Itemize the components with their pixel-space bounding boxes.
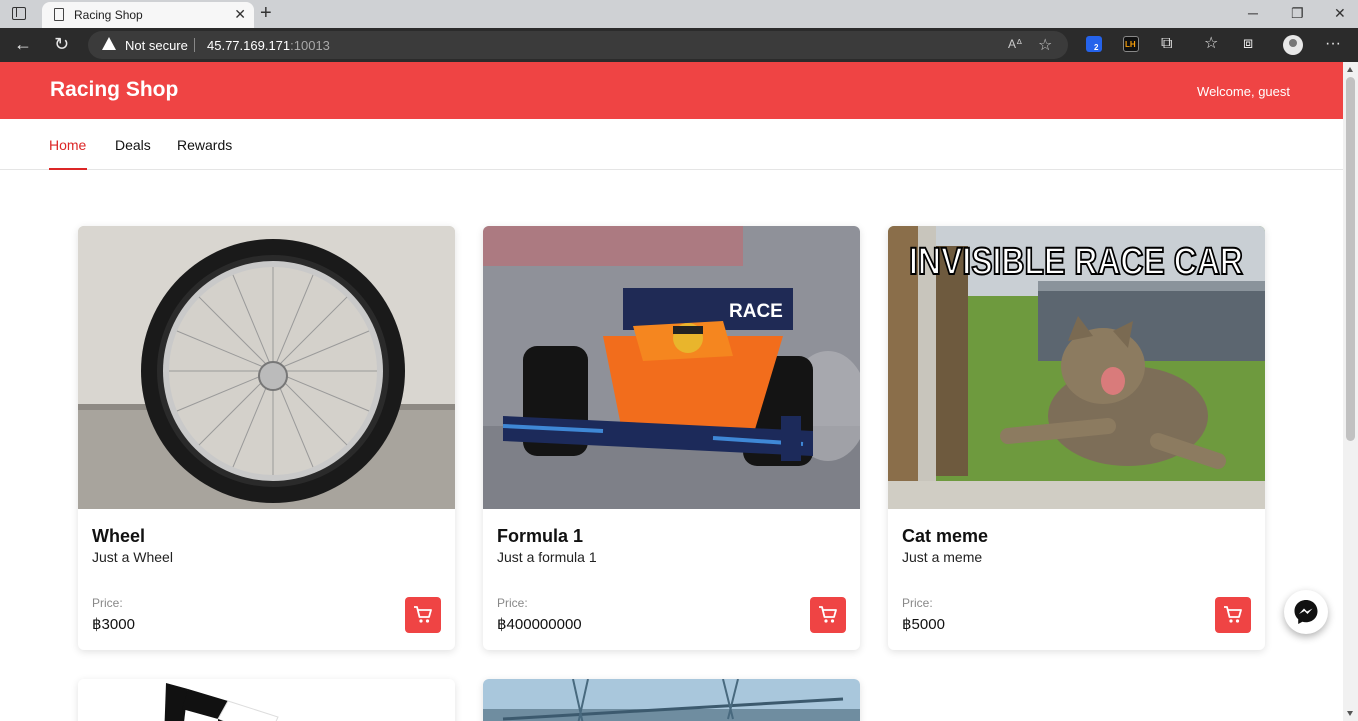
site-brand[interactable]: Racing Shop	[50, 78, 178, 102]
close-window-icon[interactable]: ✕	[1334, 5, 1346, 21]
new-tab-icon[interactable]: +	[260, 2, 272, 24]
product-name[interactable]: Wheel	[92, 526, 145, 547]
product-description: Just a meme	[902, 549, 983, 565]
security-label[interactable]: Not secure	[125, 38, 188, 53]
extension-badge: 2	[1094, 43, 1099, 52]
scrollbar-thumb[interactable]	[1346, 77, 1355, 441]
browser-tab-bar: Racing Shop ✕ + ─ ❐ ✕	[0, 0, 1358, 28]
nav-deals[interactable]: Deals	[115, 137, 151, 153]
collections-icon[interactable]: ⧈	[1243, 35, 1253, 53]
password-manager-icon[interactable]: 2	[1086, 36, 1102, 52]
address-bar: ← ↻ Not secure 45.77.169.171:10013 Aᐞ ☆ …	[0, 28, 1358, 62]
divider	[194, 38, 195, 52]
product-image-formula1[interactable]: RACE	[483, 226, 860, 509]
warning-icon	[102, 37, 116, 50]
tab-actions-icon[interactable]	[12, 7, 26, 20]
url-host: 45.77.169.171	[207, 38, 291, 53]
lighthouse-icon[interactable]: LH	[1123, 36, 1139, 52]
product-image-bridge[interactable]	[483, 679, 860, 721]
active-nav-indicator	[49, 168, 87, 170]
product-card-cat-meme: INVISIBLE RACE CAR Cat meme Just a meme …	[888, 226, 1265, 650]
favorites-icon[interactable]: ☆	[1204, 35, 1218, 53]
tab-close-icon[interactable]: ✕	[234, 6, 246, 22]
product-description: Just a Wheel	[92, 549, 173, 565]
page-icon	[54, 8, 64, 21]
nav-rewards[interactable]: Rewards	[177, 137, 232, 153]
cart-icon	[414, 606, 432, 623]
refresh-icon[interactable]: ↻	[54, 34, 69, 54]
meme-caption: INVISIBLE RACE CAR	[909, 241, 1243, 283]
price-label: Price:	[902, 596, 933, 610]
url-port: :10013	[290, 38, 330, 53]
messenger-chat-button[interactable]	[1284, 590, 1328, 634]
url-field[interactable]: Not secure 45.77.169.171:10013 Aᐞ ☆	[88, 31, 1068, 59]
tab-title: Racing Shop	[74, 8, 143, 22]
product-image-checkered-flag[interactable]	[78, 679, 455, 721]
product-card-formula1: RACE Formula 1 Just a formula 1 Price: ฿…	[483, 226, 860, 650]
product-card-wheel: Wheel Just a Wheel Price: ฿3000	[78, 226, 455, 650]
product-card-checkered-flag	[78, 679, 455, 721]
read-aloud-icon[interactable]: Aᐞ	[1008, 37, 1023, 51]
profile-icon[interactable]	[1283, 35, 1303, 55]
product-name[interactable]: Formula 1	[497, 526, 583, 547]
price-value: ฿5000	[902, 616, 945, 633]
messenger-icon	[1294, 600, 1318, 624]
scroll-down-arrow-icon[interactable]	[1347, 711, 1353, 716]
back-icon[interactable]: ←	[14, 34, 32, 54]
cart-icon	[819, 606, 837, 623]
site-nav: Home Deals Rewards	[0, 119, 1343, 170]
price-label: Price:	[497, 596, 528, 610]
page-viewport: Racing Shop Welcome, guest Home Deals Re…	[0, 62, 1343, 721]
add-to-cart-button[interactable]	[405, 597, 441, 633]
add-to-cart-button[interactable]	[1215, 597, 1251, 633]
nav-home[interactable]: Home	[49, 137, 86, 153]
livery-text: RACE	[729, 301, 783, 322]
extensions-icon[interactable]: ⧉	[1161, 35, 1172, 53]
product-name[interactable]: Cat meme	[902, 526, 988, 547]
product-description: Just a formula 1	[497, 549, 597, 565]
scrollbar[interactable]	[1343, 62, 1358, 721]
minimize-icon[interactable]: ─	[1248, 5, 1258, 21]
product-image-cat-meme[interactable]: INVISIBLE RACE CAR	[888, 226, 1265, 509]
browser-tab[interactable]: Racing Shop ✕	[42, 2, 254, 28]
product-image-wheel[interactable]	[78, 226, 455, 509]
site-header: Racing Shop Welcome, guest	[0, 62, 1343, 119]
add-to-cart-button[interactable]	[810, 597, 846, 633]
product-card-bridge	[483, 679, 860, 721]
add-favorite-icon[interactable]: ☆	[1038, 35, 1052, 55]
cart-icon	[1224, 606, 1242, 623]
price-label: Price:	[92, 596, 123, 610]
scroll-up-arrow-icon[interactable]	[1347, 67, 1353, 72]
price-value: ฿3000	[92, 616, 135, 633]
extension-lh-label: LH	[1125, 40, 1136, 49]
more-menu-icon[interactable]: ···	[1325, 35, 1341, 53]
price-value: ฿400000000	[497, 616, 582, 633]
welcome-text: Welcome, guest	[1197, 84, 1290, 99]
restore-icon[interactable]: ❐	[1291, 5, 1304, 21]
url-text[interactable]: 45.77.169.171:10013	[207, 38, 330, 53]
